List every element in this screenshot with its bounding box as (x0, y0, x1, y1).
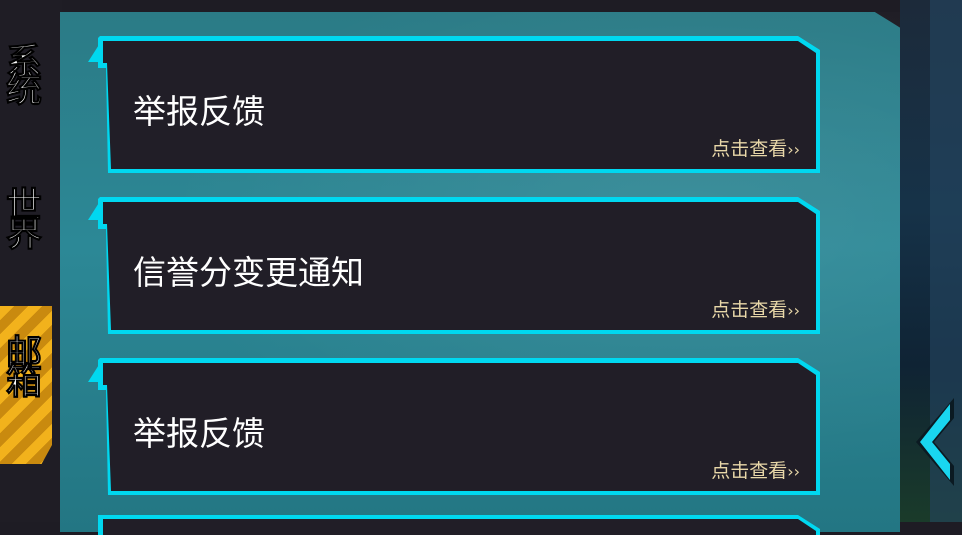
mail-item-body: 信誉分变更通知 点击查看›› (103, 202, 816, 330)
tab-mailbox-label: 邮箱 (0, 334, 42, 391)
tab-system-label: 系统 (0, 42, 42, 99)
sidebar: 系统 世界 邮箱 (0, 0, 62, 522)
tab-world[interactable]: 世界 (0, 186, 52, 286)
mail-item-title: 举报反馈 (133, 414, 265, 453)
tab-mailbox[interactable]: 邮箱 (0, 306, 52, 464)
mail-item-body (103, 519, 816, 535)
mail-item[interactable]: 举报反馈 点击查看›› (98, 358, 820, 495)
view-link-label: 点击查看 (711, 299, 788, 321)
mail-item-body: 举报反馈 点击查看›› (103, 363, 816, 491)
view-link[interactable]: 点击查看›› (711, 460, 800, 483)
chevron-left-icon (916, 398, 954, 486)
mail-item-title: 举报反馈 (133, 92, 265, 131)
double-chevron-right-icon: ›› (787, 301, 800, 320)
view-link-label: 点击查看 (711, 138, 788, 160)
mail-item[interactable]: 举报反馈 点击查看›› (98, 36, 820, 173)
mail-item-partial[interactable] (98, 515, 820, 535)
mail-item-body: 举报反馈 点击查看›› (103, 41, 816, 169)
tab-world-label: 世界 (0, 186, 42, 243)
mail-item-title: 信誉分变更通知 (133, 253, 364, 292)
back-button[interactable] (910, 396, 960, 488)
view-link-label: 点击查看 (711, 460, 788, 482)
double-chevron-right-icon: ›› (787, 462, 800, 481)
mail-item[interactable]: 信誉分变更通知 点击查看›› (98, 197, 820, 334)
view-link[interactable]: 点击查看›› (711, 138, 800, 161)
tab-system[interactable]: 系统 (0, 42, 52, 142)
view-link[interactable]: 点击查看›› (711, 299, 800, 322)
double-chevron-right-icon: ›› (787, 140, 800, 159)
